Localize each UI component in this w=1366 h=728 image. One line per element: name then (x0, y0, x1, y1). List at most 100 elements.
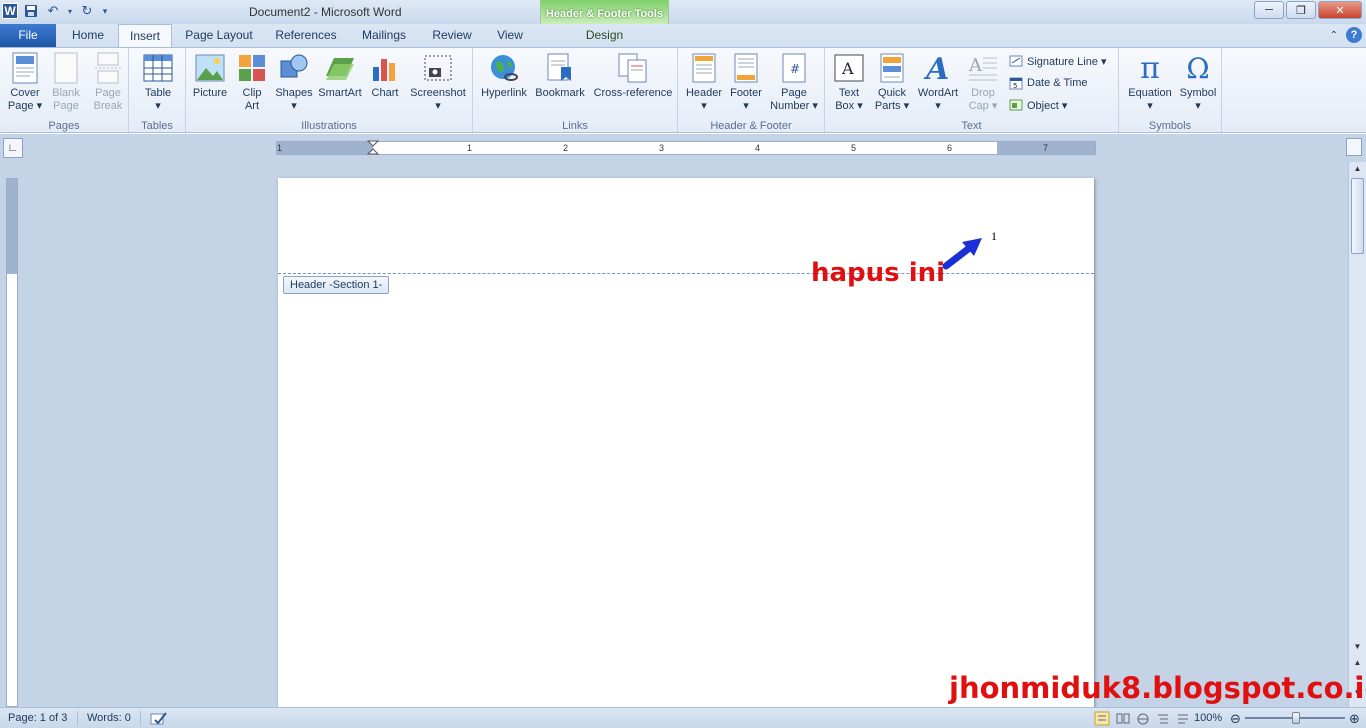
footer-button[interactable]: Footer ▾ (726, 52, 766, 113)
page-number-icon: # (778, 52, 810, 84)
tab-row-right: ⌃ ? (1330, 27, 1362, 43)
tab-review[interactable]: Review (426, 24, 478, 47)
tab-file[interactable]: File (0, 24, 56, 47)
hyperlink-label: Hyperlink (481, 87, 527, 99)
customize-qat-icon[interactable]: ▾ (100, 2, 110, 20)
smartart-label: SmartArt (318, 87, 362, 99)
status-bar: Page: 1 of 3 Words: 0 100% ⊖ ⊕ (0, 707, 1366, 728)
ruler-number: 2 (563, 143, 569, 153)
full-screen-reading-icon[interactable] (1116, 711, 1130, 726)
header-page-number[interactable]: 1 (991, 229, 997, 244)
chart-button[interactable]: Chart (366, 52, 404, 100)
cross-reference-label: Cross-reference (593, 87, 673, 99)
tab-design[interactable]: Design (541, 24, 668, 47)
shapes-button[interactable]: Shapes ▾ (274, 52, 314, 113)
view-ruler-icon[interactable] (1346, 138, 1362, 156)
smartart-button[interactable]: SmartArt (316, 52, 364, 100)
picture-button[interactable]: Picture (190, 52, 230, 100)
vertical-ruler-top-margin (7, 179, 17, 274)
drop-cap-button[interactable]: A Drop Cap ▾ (963, 52, 1003, 113)
draft-view-icon[interactable] (1176, 711, 1190, 726)
hyperlink-button[interactable]: Hyperlink (477, 52, 531, 100)
indent-marker-icon[interactable] (367, 140, 379, 156)
bookmark-button[interactable]: Bookmark (533, 52, 587, 100)
shapes-label-2: ▾ (291, 100, 297, 112)
zoom-out-icon[interactable]: ⊖ (1230, 711, 1241, 726)
save-icon[interactable] (22, 2, 40, 20)
vertical-scrollbar[interactable]: ▲ ▼ ▲ ○ ▼ (1348, 162, 1366, 707)
table-label-2: ▾ (155, 100, 161, 112)
clip-art-label-2: Art (244, 100, 260, 112)
calendar-icon: 5 (1008, 75, 1024, 91)
page-break-button[interactable]: Page Break (88, 52, 128, 113)
status-separator (77, 711, 78, 726)
page-count[interactable]: Page: 1 of 3 (8, 711, 67, 726)
undo-dropdown-icon[interactable]: ▾ (66, 2, 74, 20)
header-icon (688, 52, 720, 84)
proofing-icon[interactable] (150, 711, 168, 726)
outline-view-icon[interactable] (1156, 711, 1170, 726)
zoom-level[interactable]: 100% (1194, 711, 1222, 726)
horizontal-ruler[interactable]: 1 1 2 3 4 5 6 7 (276, 140, 1096, 156)
help-icon[interactable]: ? (1346, 27, 1362, 43)
scroll-up-icon[interactable]: ▲ (1350, 164, 1365, 176)
page-number-label-1: Page (781, 87, 807, 99)
tab-home[interactable]: Home (63, 24, 113, 47)
header-button[interactable]: Header ▾ (682, 52, 726, 113)
tab-insert[interactable]: Insert (118, 24, 172, 47)
word-count[interactable]: Words: 0 (87, 711, 131, 726)
tab-references[interactable]: References (270, 24, 342, 47)
minimize-button[interactable]: ─ (1254, 1, 1284, 19)
blank-page-button[interactable]: Blank Page (46, 52, 86, 113)
header-footer-tools-label: Header & Footer Tools (545, 8, 664, 20)
quick-parts-button[interactable]: Quick Parts ▾ (871, 52, 913, 113)
group-label-tables: Tables (141, 120, 173, 132)
equation-button[interactable]: π Equation ▾ (1123, 52, 1177, 113)
screenshot-icon (422, 52, 454, 84)
word-app-icon[interactable]: W (2, 3, 18, 19)
quick-access-toolbar: W ↶ ▾ ↻ ▾ (2, 2, 110, 20)
table-label-1: Table (144, 87, 172, 99)
restore-button[interactable]: ❐ (1286, 1, 1316, 19)
tab-mailings[interactable]: Mailings (354, 24, 414, 47)
group-label-links: Links (562, 120, 588, 132)
vertical-ruler[interactable] (6, 178, 18, 707)
zoom-slider-knob[interactable] (1292, 712, 1300, 724)
zoom-in-icon[interactable]: ⊕ (1349, 711, 1360, 726)
table-button[interactable]: Table ▾ (137, 52, 179, 113)
page-number-button[interactable]: # Page Number ▾ (766, 52, 822, 113)
previous-page-icon[interactable]: ▲ (1350, 658, 1365, 670)
clip-art-button[interactable]: Clip Art (234, 52, 270, 113)
undo-icon[interactable]: ↶ (44, 2, 62, 20)
ruler-strip: ∟ 1 1 2 3 4 5 6 7 (0, 134, 1366, 162)
ruler-number: 1 (467, 143, 473, 153)
minimize-ribbon-icon[interactable]: ⌃ (1330, 30, 1338, 41)
cover-page-button[interactable]: Cover Page ▾ (4, 52, 46, 113)
tab-selector-icon[interactable]: ∟ (3, 138, 23, 158)
header-section-tag: Header -Section 1- (283, 276, 390, 294)
omega-icon: Ω (1186, 51, 1210, 85)
object-label: Object ▾ (1027, 99, 1068, 112)
close-button[interactable]: ✕ (1318, 1, 1362, 19)
tab-view[interactable]: View (488, 24, 532, 47)
svg-text:A: A (841, 59, 854, 78)
print-layout-icon[interactable] (1094, 711, 1110, 726)
scroll-down-icon[interactable]: ▼ (1350, 642, 1365, 654)
group-text: A Text Box ▾ Quick Parts ▾ A WordArt ▾ A… (825, 48, 1119, 134)
object-button[interactable]: Object ▾ (1008, 97, 1067, 113)
ribbon-tabs: File Home Insert Page Layout References … (0, 24, 1366, 47)
tab-page-layout[interactable]: Page Layout (180, 24, 258, 47)
signature-line-button[interactable]: Signature Line ▾ (1008, 53, 1107, 69)
date-time-button[interactable]: 5 Date & Time (1008, 75, 1088, 91)
wordart-button[interactable]: A WordArt ▾ (913, 52, 963, 113)
text-box-button[interactable]: A Text Box ▾ (829, 52, 869, 113)
document-page[interactable]: 1 Header -Section 1- hapus ini (278, 178, 1094, 718)
screenshot-button[interactable]: Screenshot ▾ (406, 52, 470, 113)
web-layout-icon[interactable] (1136, 711, 1150, 726)
group-header-footer: Header ▾ Footer ▾ # Page Number ▾ Header… (678, 48, 825, 134)
wordart-label-2: ▾ (935, 100, 941, 112)
cross-reference-button[interactable]: Cross-reference (589, 52, 677, 100)
redo-icon[interactable]: ↻ (78, 2, 96, 20)
scroll-thumb[interactable] (1351, 178, 1364, 254)
symbol-button[interactable]: Ω Symbol ▾ (1177, 52, 1219, 113)
